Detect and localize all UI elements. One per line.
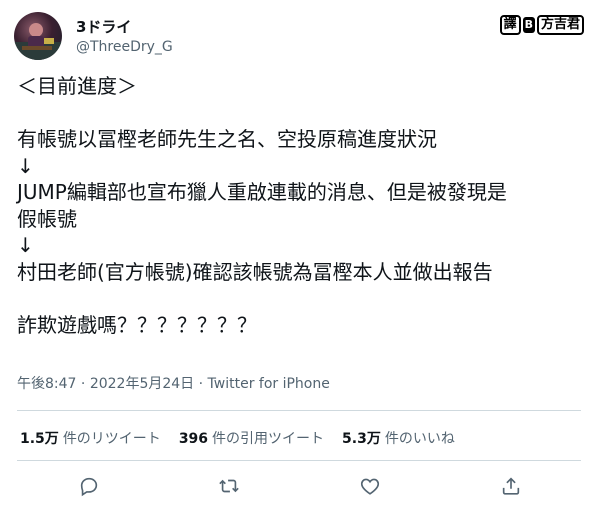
meta-separator: · bbox=[76, 376, 90, 392]
tweet-actions bbox=[17, 468, 581, 504]
reply-button[interactable] bbox=[75, 472, 103, 500]
tweet-metadata: 午後8:47 · 2022年5月24日 · Twitter for iPhone bbox=[17, 373, 330, 393]
watermark-left: 譯 bbox=[499, 15, 521, 35]
divider bbox=[17, 460, 581, 461]
tweet-date[interactable]: 2022年5月24日 bbox=[90, 376, 194, 392]
retweets-label: 件のリツイート bbox=[62, 431, 161, 447]
likes-stat[interactable]: 5.3万 件のいいね bbox=[342, 428, 455, 448]
user-handle[interactable]: @ThreeDry_G bbox=[76, 39, 173, 55]
quotes-count: 396 bbox=[178, 431, 209, 447]
engagement-stats: 1.5万 件のリツイート 396 件の引用ツイート 5.3万 件のいいね bbox=[20, 428, 455, 448]
tweet-line: 有帳號以冨樫老師先生之名、空投原稿進度狀況 bbox=[17, 127, 437, 151]
watermark-mid: B bbox=[522, 17, 535, 33]
avatar[interactable] bbox=[14, 12, 62, 60]
tweet-source[interactable]: Twitter for iPhone bbox=[208, 376, 330, 392]
retweets-count: 1.5万 bbox=[20, 431, 59, 447]
retweet-button[interactable] bbox=[215, 472, 243, 500]
tweet-line: ↓ bbox=[17, 233, 34, 257]
tweet-line: 村田老師(官方帳號)確認該帳號為冨樫本人並做出報告 bbox=[17, 259, 493, 284]
divider bbox=[17, 410, 581, 411]
likes-count: 5.3万 bbox=[342, 431, 381, 447]
user-display-name[interactable]: 3ドライ bbox=[76, 16, 131, 37]
tweet-line: ＜目前進度＞ bbox=[17, 74, 137, 98]
watermark: 譯 B 方吉君 bbox=[499, 14, 584, 36]
like-icon bbox=[360, 478, 380, 495]
tweet-time[interactable]: 午後8:47 bbox=[17, 376, 76, 392]
like-button[interactable] bbox=[356, 472, 384, 500]
quotes-label: 件の引用ツイート bbox=[212, 431, 325, 447]
tweet-line: ↓ bbox=[17, 153, 34, 178]
tweet-line: JUMP編輯部也宣布獵人重啟連載的消息、但是被發現是 bbox=[17, 180, 507, 204]
retweets-stat[interactable]: 1.5万 件のリツイート bbox=[20, 428, 161, 448]
tweet-line: 詐欺遊戲嗎？？？？？？？ bbox=[17, 312, 257, 337]
retweet-icon bbox=[219, 479, 239, 493]
tweet-text: ＜目前進度＞ 有帳號以冨樫老師先生之名、空投原稿進度狀況 ↓ JUMP編輯部也宣… bbox=[17, 73, 589, 338]
likes-label: 件のいいね bbox=[384, 431, 455, 447]
tweet-header: 3ドライ @ThreeDry_G 譯 B 方吉君 bbox=[14, 10, 584, 62]
watermark-right: 方吉君 bbox=[536, 15, 584, 35]
meta-separator: · bbox=[194, 376, 208, 392]
tweet-line: 假帳號 bbox=[17, 206, 77, 231]
share-icon bbox=[502, 477, 520, 495]
share-button[interactable] bbox=[497, 472, 525, 500]
reply-icon bbox=[80, 477, 98, 497]
quotes-stat[interactable]: 396 件の引用ツイート bbox=[179, 428, 324, 448]
